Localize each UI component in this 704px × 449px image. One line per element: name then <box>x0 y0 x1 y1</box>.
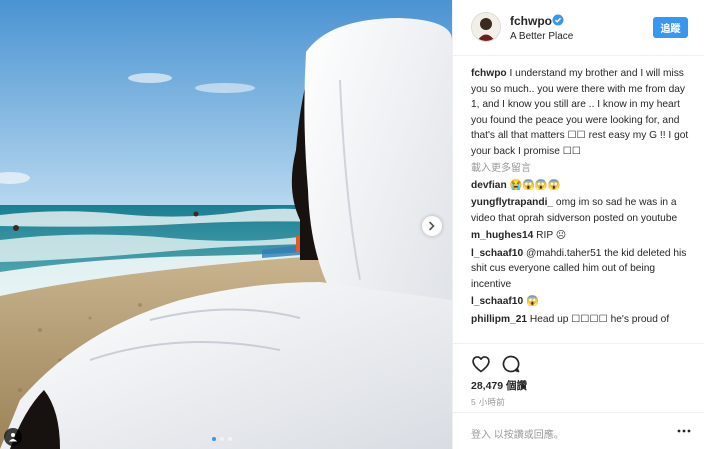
post-side-panel: fchwpo A Better Place 追蹤 fchwpo I unders… <box>452 0 704 449</box>
comment-username[interactable]: phillipm_21 <box>471 314 527 325</box>
post-photo[interactable] <box>0 0 452 449</box>
post-actions: 28,479 個讚 5 小時前 <box>453 343 704 407</box>
comment-item: devfian 😭😱😱😱 <box>471 178 695 194</box>
avatar-image <box>472 13 500 41</box>
comment-text: RIP ☹ <box>536 230 567 241</box>
login-to-comment-prompt[interactable]: 登入 以按讚或回應。 <box>471 426 564 441</box>
author-username[interactable]: fchwpo <box>510 14 552 28</box>
user-tag-button[interactable] <box>4 428 22 446</box>
comment-text: Head up ☐☐☐☐ he's proud of <box>529 313 670 325</box>
user-tag-icon <box>9 433 17 442</box>
comment-username[interactable]: m_hughes14 <box>471 230 533 241</box>
add-comment-bar: 登入 以按讚或回應。 <box>453 412 704 449</box>
comment-item: l_schaaf10 😱 <box>471 294 695 310</box>
comment-item: l_schaaf10 @mahdi.taher51 the kid delete… <box>471 246 695 293</box>
carousel-dot <box>220 437 224 441</box>
chevron-right-icon <box>429 221 435 231</box>
next-photo-button[interactable] <box>422 216 442 236</box>
load-more-comments-link[interactable]: 載入更多留言 <box>471 161 695 177</box>
author-avatar[interactable] <box>471 12 501 42</box>
like-count[interactable]: 28,479 個讚 <box>471 378 527 393</box>
comment-username[interactable]: yungflytrapandi_ <box>471 197 553 208</box>
verified-badge-icon <box>552 14 564 26</box>
beach-photo-image <box>0 0 452 449</box>
comment-username[interactable]: l_schaaf10 <box>471 248 523 259</box>
follow-button[interactable]: 追蹤 <box>653 17 688 38</box>
carousel-dot <box>228 437 232 441</box>
comment-item: phillipm_21 Head up ☐☐☐☐ he's proud of <box>471 312 695 328</box>
comment-text: 😭😱😱😱 <box>509 179 561 191</box>
post-location[interactable]: A Better Place <box>510 31 573 42</box>
heart-icon[interactable] <box>471 354 491 374</box>
comment-item: yungflytrapandi_ omg im so sad he was in… <box>471 195 695 226</box>
carousel-indicator <box>212 437 232 441</box>
comment-username[interactable]: devfian <box>471 180 507 191</box>
post-caption: fchwpo I understand my brother and I wil… <box>471 66 695 159</box>
post-header: fchwpo A Better Place 追蹤 <box>453 0 704 56</box>
comment-text: 😱 <box>525 296 539 307</box>
comment-username[interactable]: l_schaaf10 <box>471 296 523 307</box>
post-time: 5 小時前 <box>471 397 506 407</box>
more-options-icon[interactable] <box>677 425 691 437</box>
instagram-post: fchwpo A Better Place 追蹤 fchwpo I unders… <box>0 0 704 449</box>
caption-text: I understand my brother and I will miss … <box>471 68 689 157</box>
comment-icon[interactable] <box>501 354 521 374</box>
caption-username[interactable]: fchwpo <box>471 68 507 79</box>
carousel-dot-active <box>212 437 216 441</box>
comments-list[interactable]: fchwpo I understand my brother and I wil… <box>471 66 695 343</box>
comment-item: m_hughes14 RIP ☹ <box>471 228 695 244</box>
